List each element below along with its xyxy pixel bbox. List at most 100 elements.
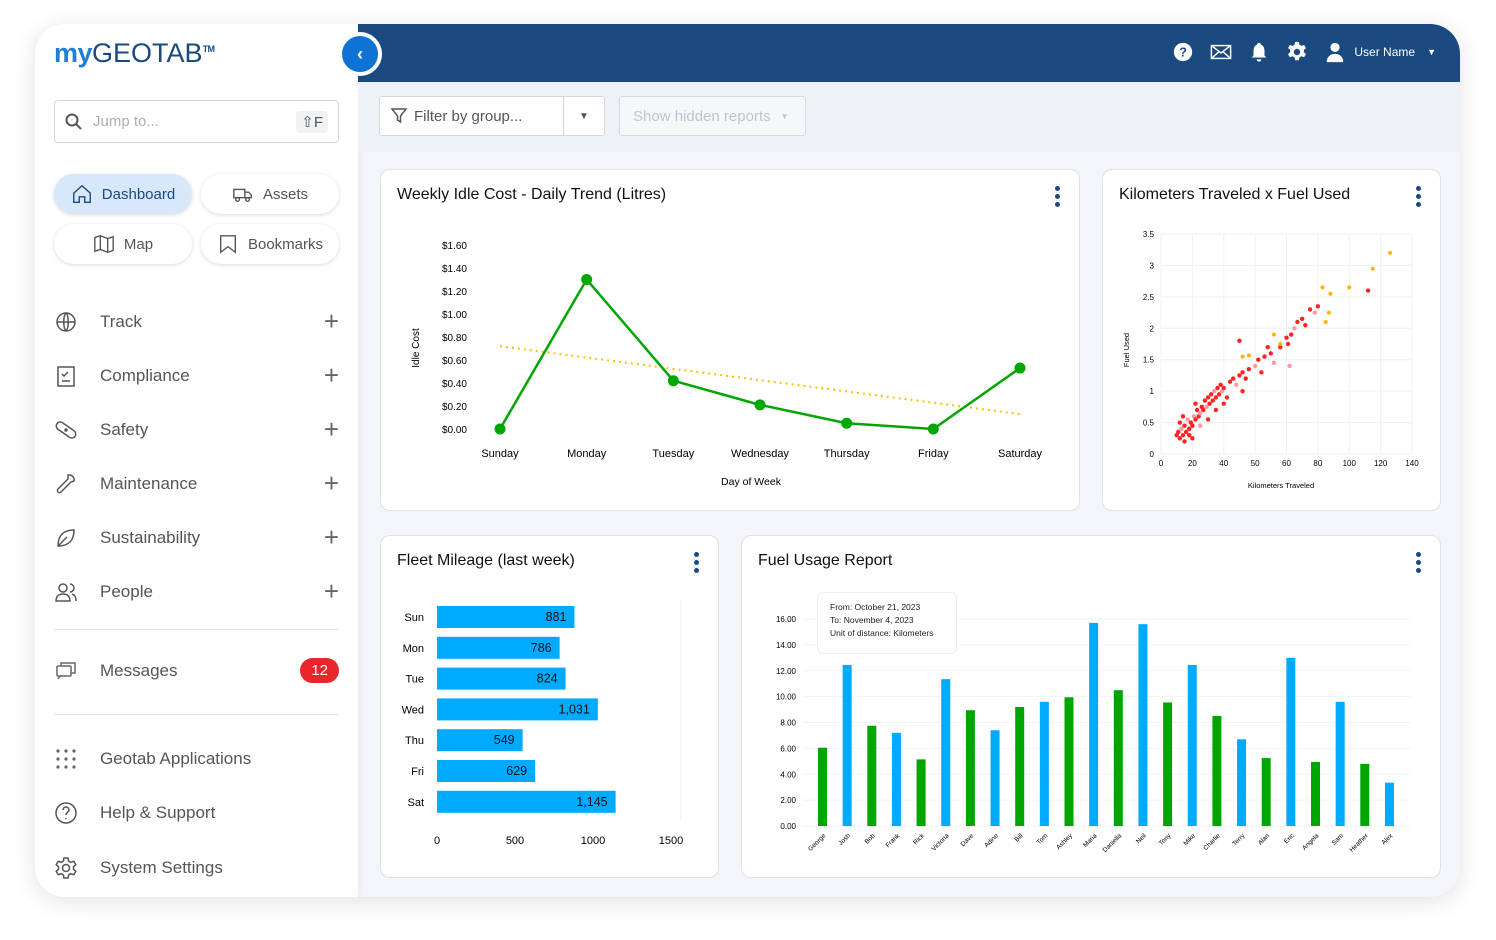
- bar: [1064, 697, 1074, 826]
- scatter-point: [1202, 398, 1208, 403]
- bar: [916, 759, 926, 826]
- scatter-point: [1365, 288, 1371, 293]
- fleet-mileage-card: Fleet Mileage (last week) Sun 881 Mon 786 Tu…: [380, 535, 719, 878]
- bar: [1237, 739, 1247, 826]
- scatter-point: [1315, 304, 1321, 309]
- expand-plus-icon[interactable]: +: [324, 414, 339, 445]
- map-icon: [94, 235, 114, 253]
- show-hidden-reports-button[interactable]: Show hidden reports ▼: [619, 96, 806, 136]
- bar: [891, 732, 901, 826]
- scatter-point-highlight: [1323, 320, 1328, 324]
- expand-plus-icon[interactable]: +: [324, 306, 339, 337]
- quick-link-dashboard[interactable]: Dashboard: [54, 174, 192, 214]
- y-tick-label: $1.40: [442, 264, 467, 275]
- expand-plus-icon[interactable]: +: [324, 522, 339, 553]
- search-input[interactable]: [93, 113, 297, 130]
- group-filter-dropdown[interactable]: Filter by group... ▼: [379, 96, 605, 136]
- jump-to-search[interactable]: ⇧F: [54, 100, 339, 143]
- x-tick-label: Maria: [1082, 832, 1099, 849]
- divider: [54, 714, 339, 715]
- scatter-point: [1182, 439, 1187, 444]
- sidebar-item-people[interactable]: People +: [54, 576, 339, 607]
- mygeotab-logo[interactable]: myGEOTABTM: [54, 38, 215, 69]
- more-options-icon[interactable]: [694, 552, 700, 573]
- more-options-icon[interactable]: [1416, 552, 1422, 573]
- collapse-sidebar-button[interactable]: ‹: [338, 32, 382, 76]
- quick-link-assets[interactable]: Assets: [201, 174, 339, 214]
- x-tick-label: 100: [1343, 459, 1357, 468]
- x-tick-label: Alan: [1257, 832, 1271, 846]
- scatter-point: [1285, 341, 1291, 347]
- quick-link-map[interactable]: Map: [54, 224, 192, 264]
- x-tick-label: George: [807, 832, 828, 853]
- scatter-point: [1234, 382, 1239, 388]
- x-tick-label: Tom: [1036, 832, 1050, 846]
- sidebar-item-sustainability[interactable]: Sustainability +: [54, 522, 339, 553]
- x-tick-label: Friday: [918, 448, 949, 460]
- sidebar-item-system-settings[interactable]: System Settings: [54, 856, 339, 880]
- card-title: Fleet Mileage (last week): [397, 552, 575, 569]
- x-tick-label: Heather: [1348, 832, 1370, 854]
- y-tick-label: $0.40: [442, 379, 467, 390]
- x-tick-label: Dave: [960, 832, 976, 848]
- scatter-point: [1284, 335, 1289, 340]
- scatter-point: [1237, 373, 1242, 378]
- bar: [818, 747, 827, 826]
- scatter-point: [1268, 351, 1274, 356]
- gear-icon[interactable]: [1286, 41, 1308, 63]
- scatter-point: [1224, 395, 1230, 400]
- y-tick-label: 0: [1150, 450, 1155, 459]
- scatter-point: [1183, 429, 1189, 435]
- home-icon: [72, 184, 91, 203]
- more-options-icon[interactable]: [1416, 186, 1422, 207]
- y-tick-label: 0.5: [1143, 419, 1155, 428]
- app-window: myGEOTABTM ⇧F DashboardAssetsMapBookmark…: [35, 24, 1460, 897]
- sidebar-item-safety[interactable]: Safety +: [54, 414, 339, 445]
- x-tick-label: 20: [1188, 459, 1197, 468]
- scatter-point: [1187, 432, 1192, 438]
- sidebar-item-compliance[interactable]: Compliance +: [54, 360, 339, 391]
- sidebar-item-track[interactable]: Track +: [54, 306, 339, 337]
- scatter-point: [1193, 417, 1198, 422]
- bar: [1138, 624, 1148, 826]
- bell-icon[interactable]: [1248, 41, 1270, 63]
- expand-plus-icon[interactable]: +: [324, 360, 339, 391]
- sidebar-item-help-support[interactable]: Help & Support: [54, 801, 339, 825]
- x-tick-label: Monday: [567, 448, 607, 460]
- scatter-point: [1201, 407, 1206, 413]
- help-icon[interactable]: ?: [1172, 41, 1194, 63]
- expand-plus-icon[interactable]: +: [324, 468, 339, 499]
- scatter-point: [1216, 392, 1222, 397]
- scatter-point: [1198, 423, 1203, 428]
- quick-link-bookmarks[interactable]: Bookmarks: [201, 224, 339, 264]
- sidebar-item-maintenance[interactable]: Maintenance +: [54, 468, 339, 499]
- x-tick-label: 140: [1405, 459, 1419, 468]
- x-tick-label: Neil: [1135, 832, 1148, 845]
- chevron-down-icon[interactable]: ▼: [564, 111, 604, 122]
- fuel-usage-bar-chart: 0.00 2.00 4.00 6.00 8.00 10.00 12.00 14.00 16.00…: [776, 615, 1410, 854]
- scatter-point-highlight: [1271, 332, 1276, 337]
- scatter-point: [1187, 426, 1192, 432]
- mail-icon[interactable]: [1210, 41, 1232, 63]
- sidebar-item-geotab-applications[interactable]: Geotab Applications: [54, 747, 339, 771]
- bar: [1039, 701, 1049, 826]
- scatter-point: [1237, 338, 1242, 344]
- user-menu[interactable]: User Name ▼: [1324, 41, 1436, 63]
- bar: [1286, 657, 1296, 826]
- bar: [1311, 761, 1320, 826]
- y-tick-label: 14.00: [776, 641, 797, 650]
- bar: [1113, 690, 1123, 826]
- data-point: [841, 417, 853, 429]
- scatter-point-highlight: [1278, 342, 1283, 346]
- sidebar-item-messages[interactable]: Messages 12: [54, 658, 339, 683]
- scatter-point: [1205, 417, 1211, 422]
- x-tick-label: 1500: [659, 835, 683, 847]
- y-tick-label: 4.00: [780, 770, 796, 779]
- more-options-icon[interactable]: [1055, 186, 1061, 207]
- bar: [1015, 706, 1025, 826]
- scatter-point-highlight: [1240, 354, 1245, 359]
- expand-plus-icon[interactable]: +: [324, 576, 339, 607]
- km-fuel-scatter-chart: 0 20 40 50 60 80 100 120 140 0 0.5 1 1.5 2 2.5 3 3.5 Kilo…: [1122, 230, 1419, 490]
- x-tick-label: 40: [1219, 459, 1228, 468]
- x-tick-label: Bill: [1014, 832, 1025, 843]
